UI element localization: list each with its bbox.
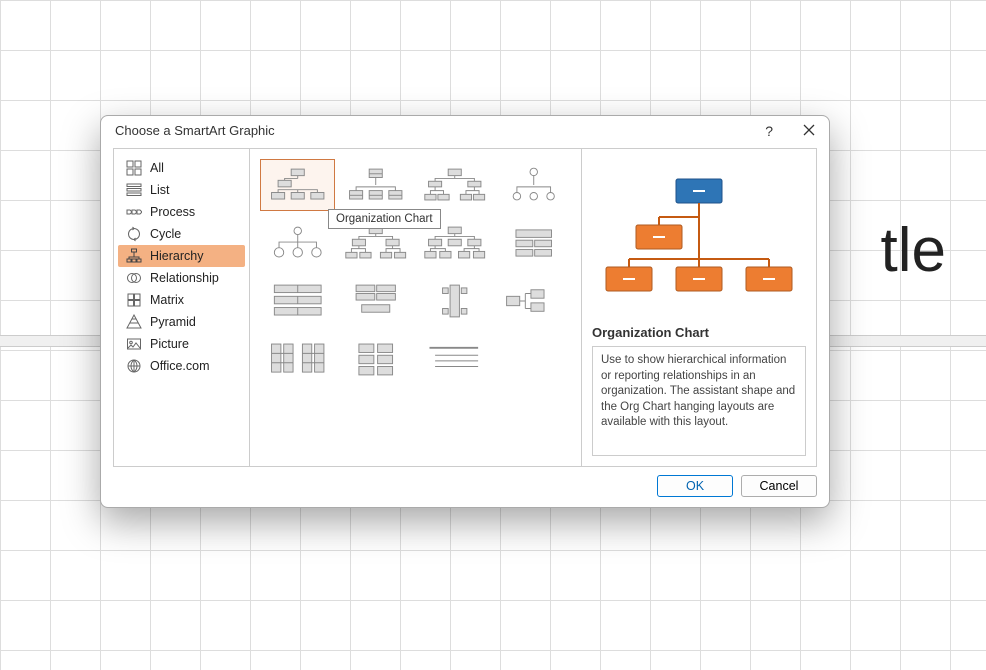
gallery-item-architecture-layout[interactable]: [339, 333, 414, 385]
sidebar-item-label: List: [150, 183, 169, 197]
preview-description: Use to show hierarchical information or …: [592, 346, 806, 456]
sidebar-item-label: Picture: [150, 337, 189, 351]
picture-icon: [126, 336, 142, 352]
gallery-item-horizontal-labeled[interactable]: [418, 275, 493, 327]
sidebar-item-matrix[interactable]: Matrix: [118, 289, 245, 311]
sidebar-item-label: Office.com: [150, 359, 210, 373]
sidebar-item-label: Hierarchy: [150, 249, 204, 263]
sidebar-item-hierarchy[interactable]: Hierarchy: [118, 245, 245, 267]
pyramid-icon: [126, 314, 142, 330]
dialog-button-bar: OK Cancel: [101, 467, 829, 507]
all-icon: [126, 160, 142, 176]
dialog-titlebar: Choose a SmartArt Graphic ?: [101, 116, 829, 142]
sidebar-item-picture[interactable]: Picture: [118, 333, 245, 355]
gallery-item-circle-picture-hierarchy[interactable]: [496, 159, 571, 211]
close-icon[interactable]: [803, 124, 815, 138]
gallery-item-organization-chart[interactable]: [260, 159, 335, 211]
sidebar-item-label: Cycle: [150, 227, 181, 241]
gallery-item-hierarchy[interactable]: [260, 217, 335, 269]
gallery-item-hierarchy-list[interactable]: [496, 275, 571, 327]
matrix-icon: [126, 292, 142, 308]
sidebar-item-process[interactable]: Process: [118, 201, 245, 223]
cancel-button[interactable]: Cancel: [741, 475, 817, 497]
relationship-icon: [126, 270, 142, 286]
gallery-tooltip: Organization Chart: [328, 209, 441, 229]
sidebar-item-label: All: [150, 161, 164, 175]
help-icon[interactable]: ?: [765, 124, 773, 138]
titlebar-controls: ?: [765, 124, 815, 138]
preview-title: Organization Chart: [592, 325, 806, 340]
sidebar-item-list[interactable]: List: [118, 179, 245, 201]
globe-icon: [126, 358, 142, 374]
sidebar-item-cycle[interactable]: Cycle: [118, 223, 245, 245]
gallery-item-half-circle-org-chart[interactable]: [418, 159, 493, 211]
process-icon: [126, 204, 142, 220]
gallery-item-horizontal-hierarchy[interactable]: [496, 217, 571, 269]
cycle-icon: [126, 226, 142, 242]
sidebar-item-label: Pyramid: [150, 315, 196, 329]
category-sidebar: All List Process Cycle: [114, 149, 250, 466]
sidebar-item-relationship[interactable]: Relationship: [118, 267, 245, 289]
dialog-title: Choose a SmartArt Graphic: [115, 123, 275, 138]
sidebar-item-label: Matrix: [150, 293, 184, 307]
sidebar-item-label: Process: [150, 205, 195, 219]
preview-panel: Organization Chart Use to show hierarchi…: [581, 149, 816, 466]
slide-title-fragment: tle: [881, 215, 946, 286]
gallery-item-horizontal-multi-level[interactable]: [339, 275, 414, 327]
ok-button[interactable]: OK: [657, 475, 733, 497]
gallery-item-name-title-org-chart[interactable]: [339, 159, 414, 211]
sidebar-item-all[interactable]: All: [118, 157, 245, 179]
gallery-item-horizontal-org-chart[interactable]: [260, 275, 335, 327]
sidebar-item-label: Relationship: [150, 271, 219, 285]
gallery-item-lined-list[interactable]: [260, 333, 335, 385]
gallery-item-horizontal-bullet-list[interactable]: [418, 333, 493, 385]
smartart-dialog: Choose a SmartArt Graphic ? All List: [100, 115, 830, 508]
sidebar-item-officecom[interactable]: Office.com: [118, 355, 245, 377]
dialog-body: All List Process Cycle: [113, 148, 817, 467]
list-icon: [126, 182, 142, 198]
sidebar-item-pyramid[interactable]: Pyramid: [118, 311, 245, 333]
layout-gallery: Organization Chart: [250, 149, 581, 466]
hierarchy-icon: [126, 248, 142, 264]
layout-preview: [592, 159, 806, 315]
